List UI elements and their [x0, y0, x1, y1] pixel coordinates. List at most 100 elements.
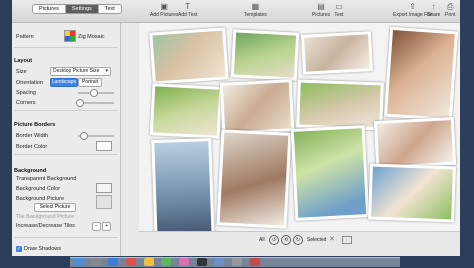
shuffle-icon[interactable]: ⟲ [281, 235, 291, 245]
collage-photo[interactable] [230, 29, 300, 81]
border-width-slider[interactable] [78, 132, 114, 140]
collage-photo[interactable] [216, 129, 292, 229]
view-tabs: Pictures Settings Text [32, 4, 122, 14]
launchpad-icon[interactable] [90, 258, 101, 266]
draw-shadows-checkbox[interactable]: ✓ [16, 246, 22, 252]
text-toggle-label: Text [334, 12, 344, 18]
rotate-left-icon[interactable]: ↺ [269, 235, 279, 245]
corners-slider[interactable] [76, 99, 114, 107]
rotate-right-icon[interactable]: ↻ [293, 235, 303, 245]
collage-photo[interactable] [149, 83, 223, 139]
print-label: Print [445, 12, 456, 18]
corners-label: Corners [16, 100, 36, 106]
add-pictures-label: Add Pictures [150, 12, 179, 18]
selected-label: Selected [307, 237, 327, 243]
export-icon: ⇪ [409, 2, 416, 11]
share-icon: ↑ [431, 2, 436, 11]
spacing-label: Spacing [16, 90, 36, 96]
orientation-landscape[interactable]: Landscape [50, 78, 78, 87]
divider [14, 154, 118, 155]
collage-photo[interactable] [301, 31, 373, 75]
add-text-button[interactable]: T Add Text [178, 2, 198, 19]
draw-shadows-label: Draw Shadows [24, 246, 61, 252]
collage-app-icon[interactable] [249, 258, 260, 266]
pictures-icon: ▤ [317, 2, 325, 11]
orientation-label: Orientation [16, 80, 43, 86]
pattern-label: Pattern [16, 34, 34, 40]
text-icon: T [185, 2, 191, 11]
increase-tiles-button[interactable]: + [102, 222, 111, 231]
messages-icon[interactable] [161, 258, 172, 266]
tile-bg-label: Tile Background Picture [16, 214, 75, 220]
toolbar: Pictures Settings Text ▣ Add Pictures T … [12, 0, 460, 23]
collage-canvas[interactable] [139, 23, 460, 246]
divider [14, 237, 118, 238]
corners-slider-knob[interactable] [76, 99, 84, 107]
photos-icon[interactable] [179, 258, 190, 266]
collage-photo[interactable] [383, 26, 459, 122]
background-header: Background [14, 168, 47, 174]
add-text-label: Add Text [178, 12, 198, 18]
transparent-bg-label: Transparent Background [16, 176, 77, 182]
safari-icon[interactable] [108, 258, 119, 266]
templates-label: Templates [244, 12, 267, 18]
pictures-toggle-label: Pictures [312, 12, 331, 18]
size-value: Desktop Picture Size [53, 68, 100, 74]
bg-picture-label: Background Picture [16, 196, 64, 202]
collage-photo[interactable] [149, 27, 229, 85]
image-icon: ▣ [160, 2, 168, 11]
tab-pictures[interactable]: Pictures [33, 5, 66, 13]
settings-icon[interactable] [232, 258, 243, 266]
border-color-label: Border Color [16, 144, 48, 150]
orientation-portrait[interactable]: Portrait [78, 78, 102, 87]
pictures-toggle[interactable]: ▤ Pictures [312, 2, 331, 19]
borders-header: Picture Borders [14, 122, 56, 128]
bg-color-label: Background Color [16, 186, 61, 192]
spacing-slider-knob[interactable] [90, 89, 98, 97]
pattern-thumbnail[interactable] [64, 30, 76, 42]
bottom-bar: All ↺ ⟲ ↻ Selected ✕ [139, 231, 460, 248]
spacing-slider[interactable] [78, 89, 114, 97]
crop-icon[interactable] [342, 236, 352, 244]
print-button[interactable]: ⎙ Print [445, 2, 456, 19]
border-width-knob[interactable] [80, 132, 88, 140]
collage-photo[interactable] [290, 125, 370, 221]
text-toggle-icon: ▭ [335, 2, 343, 11]
grid-icon: ▦ [251, 2, 260, 11]
calendar-icon[interactable] [126, 258, 137, 266]
bg-picture-well[interactable] [96, 195, 112, 209]
tab-text[interactable]: Text [98, 5, 121, 13]
collage-photo[interactable] [373, 116, 457, 170]
app-store-icon[interactable] [214, 258, 225, 266]
decrease-tiles-button[interactable]: − [92, 222, 101, 231]
tab-settings[interactable]: Settings [65, 5, 99, 13]
border-width-label: Border Width [16, 133, 49, 139]
collage-photo[interactable] [368, 163, 456, 223]
collage-photo[interactable] [151, 137, 215, 245]
templates-button[interactable]: ▦ Templates [244, 2, 267, 19]
size-label: Size [16, 69, 27, 75]
all-label: All [259, 237, 265, 243]
terminal-icon[interactable] [196, 258, 207, 266]
text-toggle[interactable]: ▭ Text [334, 2, 344, 19]
pattern-value: Zig Mosaic [78, 34, 105, 40]
border-color-well[interactable] [96, 141, 112, 151]
size-select[interactable]: Desktop Picture Size ▾ [50, 67, 111, 76]
notes-icon[interactable] [143, 258, 154, 266]
collage-photo[interactable] [296, 79, 384, 131]
divider [14, 110, 118, 111]
add-pictures-button[interactable]: ▣ Add Pictures [150, 2, 179, 19]
collage-photo[interactable] [219, 79, 295, 135]
printer-icon: ⎙ [446, 2, 454, 11]
layout-header: Layout [14, 58, 33, 64]
settings-sidebar: Pattern Zig Mosaic Layout Size Desktop P… [12, 23, 121, 256]
share-label: Share [427, 12, 441, 18]
app-window: Pictures Settings Text ▣ Add Pictures T … [12, 0, 460, 256]
share-button[interactable]: ↑ Share [427, 2, 441, 19]
finder-icon[interactable] [73, 258, 83, 266]
divider [14, 47, 118, 48]
bg-color-well[interactable] [96, 183, 112, 193]
select-picture-button[interactable]: Select Picture [34, 203, 76, 212]
remove-icon[interactable]: ✕ [329, 235, 335, 243]
chevron-down-icon: ▾ [105, 68, 108, 74]
